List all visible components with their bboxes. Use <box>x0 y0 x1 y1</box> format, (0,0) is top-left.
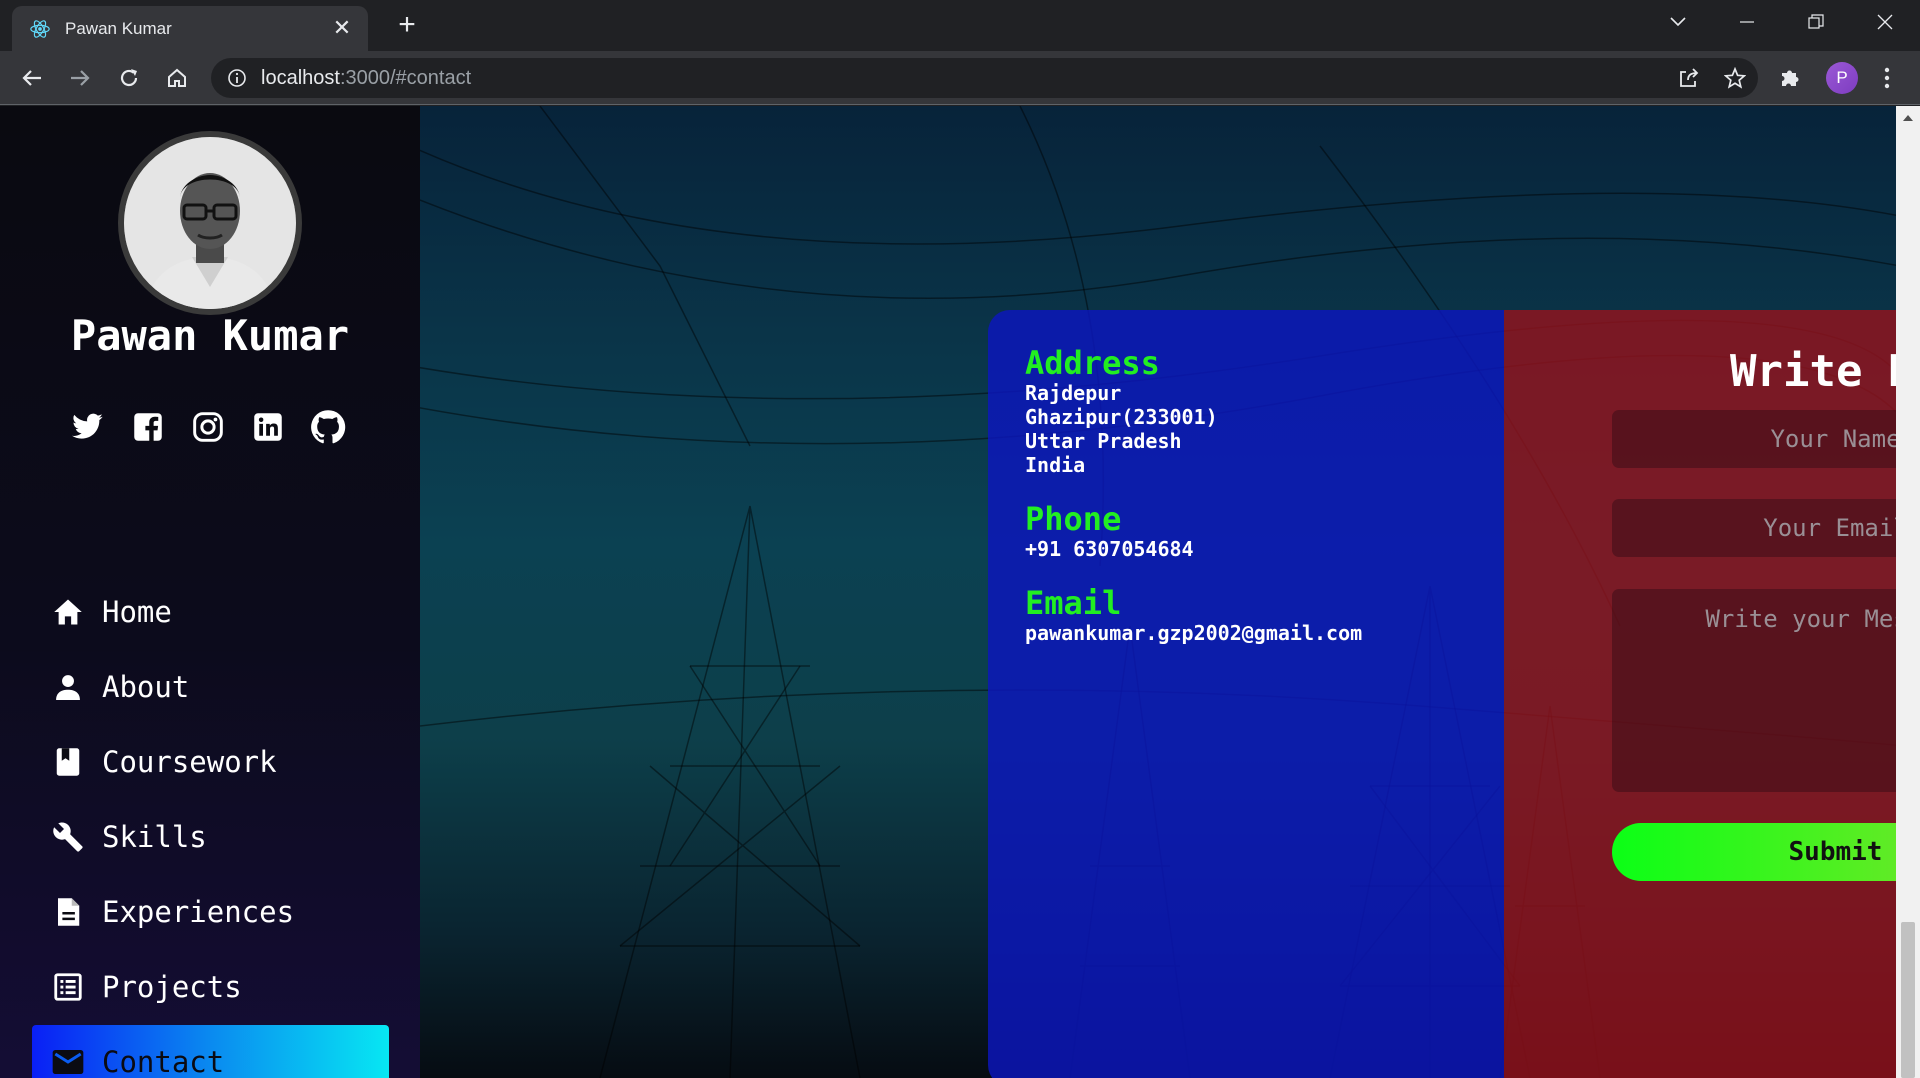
book-icon <box>52 746 84 778</box>
contact-section: Address Rajdepur Ghazipur(233001) Uttar … <box>420 106 1896 1078</box>
sidebar-item-about[interactable]: About <box>32 650 389 724</box>
email-address: pawankumar.gzp2002@gmail.com <box>1025 621 1363 645</box>
tab-search-chevron-icon[interactable] <box>1644 0 1712 44</box>
sidebar-item-label: Projects <box>102 970 242 1004</box>
sidebar-item-experiences[interactable]: Experiences <box>32 875 389 949</box>
home-button[interactable] <box>162 63 192 93</box>
phone-number: +91 6307054684 <box>1025 537 1194 561</box>
profile-photo <box>118 131 302 315</box>
email-heading: Email <box>1025 584 1122 622</box>
submit-button[interactable]: Submit <box>1612 823 1896 881</box>
tab-strip: Pawan Kumar ✕ + <box>0 0 1920 51</box>
browser-tab[interactable]: Pawan Kumar ✕ <box>12 6 368 51</box>
browser-toolbar: localhost:3000/#contact P <box>0 51 1920 105</box>
forward-button[interactable] <box>65 63 95 93</box>
url-path: :3000/#contact <box>339 66 472 89</box>
info-icon[interactable] <box>227 68 247 88</box>
page-scrollbar[interactable] <box>1896 106 1920 1078</box>
profile-name: Pawan Kumar <box>70 311 350 360</box>
sidebar-item-skills[interactable]: Skills <box>32 800 389 874</box>
new-tab-button[interactable]: + <box>392 10 422 40</box>
facebook-icon[interactable] <box>130 409 166 445</box>
react-icon <box>30 19 50 38</box>
phone-heading: Phone <box>1025 500 1122 538</box>
wrench-icon <box>52 821 84 853</box>
sidebar-item-projects[interactable]: Projects <box>32 950 389 1024</box>
address-bar[interactable]: localhost:3000/#contact <box>211 58 1758 98</box>
scroll-thumb[interactable] <box>1901 922 1915 1078</box>
sidebar-item-label: Skills <box>102 820 207 854</box>
social-links <box>70 409 360 449</box>
sidebar-item-label: Contact <box>102 1045 225 1078</box>
contact-form-panel: Write Me Submit <box>1504 310 1896 1078</box>
reload-button[interactable] <box>114 63 144 93</box>
person-icon <box>52 671 84 703</box>
address-line: India <box>1025 453 1086 477</box>
form-title: Write Me <box>1730 346 1896 397</box>
url-host: localhost <box>261 66 340 89</box>
instagram-icon[interactable] <box>190 409 226 445</box>
document-icon <box>52 896 84 928</box>
list-icon <box>52 971 84 1003</box>
phone-block: Phone +91 6307054684 <box>1025 501 1194 561</box>
tab-title: Pawan Kumar <box>65 18 172 38</box>
name-input[interactable] <box>1612 410 1896 468</box>
close-tab-icon[interactable]: ✕ <box>330 16 354 41</box>
twitter-icon[interactable] <box>70 409 106 445</box>
page-viewport: Pawan Kumar Home About Coursework Skills… <box>0 106 1920 1078</box>
sidebar-item-label: Coursework <box>102 745 277 779</box>
contact-card: Address Rajdepur Ghazipur(233001) Uttar … <box>988 310 1896 1078</box>
address-line: Uttar Pradesh <box>1025 429 1182 453</box>
sidebar-item-label: About <box>102 670 190 704</box>
browser-menu-icon[interactable] <box>1872 63 1902 93</box>
github-icon[interactable] <box>310 409 346 445</box>
close-window-button[interactable] <box>1851 0 1919 44</box>
mail-icon <box>52 1046 84 1078</box>
sidebar-item-coursework[interactable]: Coursework <box>32 725 389 799</box>
home-icon <box>52 596 84 628</box>
email-block: Email pawankumar.gzp2002@gmail.com <box>1025 585 1362 645</box>
message-textarea[interactable] <box>1612 589 1896 792</box>
restore-button[interactable] <box>1782 0 1850 44</box>
sidebar: Pawan Kumar Home About Coursework Skills… <box>0 106 420 1078</box>
sidebar-item-label: Home <box>102 595 172 629</box>
email-input[interactable] <box>1612 499 1896 557</box>
bookmark-star-icon[interactable] <box>1723 66 1747 93</box>
address-line: Ghazipur(233001) <box>1025 405 1218 429</box>
sidebar-item-label: Experiences <box>102 895 295 929</box>
address-heading: Address <box>1025 344 1160 382</box>
sidebar-item-home[interactable]: Home <box>32 575 389 649</box>
scroll-up-arrow-icon[interactable] <box>1903 114 1913 122</box>
sidebar-item-contact[interactable]: Contact <box>32 1025 389 1078</box>
address-line: Rajdepur <box>1025 381 1122 405</box>
contact-info-panel: Address Rajdepur Ghazipur(233001) Uttar … <box>988 310 1504 1078</box>
address-block: Address Rajdepur Ghazipur(233001) Uttar … <box>1025 345 1218 477</box>
share-icon[interactable] <box>1678 68 1700 92</box>
extensions-puzzle-icon[interactable] <box>1775 63 1805 93</box>
back-button[interactable] <box>17 63 47 93</box>
sidebar-nav: Home About Coursework Skills Experiences… <box>32 575 389 1078</box>
minimize-button[interactable] <box>1713 0 1781 44</box>
profile-avatar[interactable]: P <box>1826 62 1858 94</box>
linkedin-icon[interactable] <box>250 409 286 445</box>
